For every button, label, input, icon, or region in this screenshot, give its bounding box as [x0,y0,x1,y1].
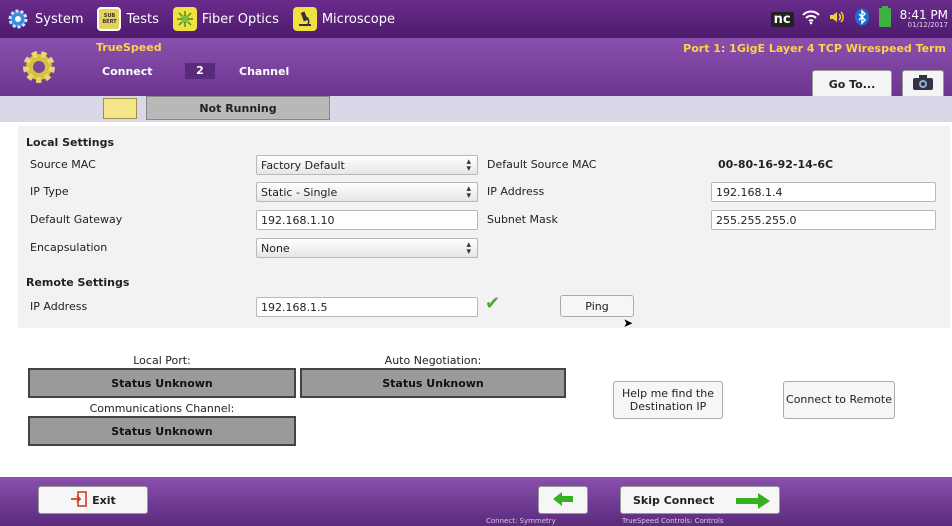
tab-tests-label: Tests [126,11,159,27]
gear-icon [6,7,30,31]
clock-date: 01/12/2017 [907,20,948,29]
connect-to-remote-button[interactable]: Connect to Remote [783,381,895,419]
microscope-icon [292,7,317,31]
nc-label: nc [773,11,791,27]
check-icon: ✔ [485,293,501,314]
camera-icon [912,74,934,94]
mouse-cursor-icon: ➤ [623,316,634,330]
comm-channel-label: Communications Channel: [89,402,235,415]
run-status-strip: Not Running [0,96,952,122]
nav-step-number: 2 [185,63,215,79]
source-mac-label: Source MAC [30,158,96,171]
exit-icon [70,490,88,510]
test-gear-icon[interactable] [20,48,58,86]
skip-connect-label: Skip Connect [633,493,715,507]
wifi-icon [801,9,820,29]
exit-label: Exit [92,493,116,507]
sub-bert-icon: SUB BERT [97,7,122,31]
default-mac-value: 00-80-16-92-14-6C [718,158,834,171]
tab-fiber-optics-label: Fiber Optics [201,11,279,27]
subnet-mask-field[interactable]: 255.255.255.0 [711,210,936,230]
system-tray: nc 8:41 PM 01/12/2017 [763,2,948,36]
ip-type-select[interactable]: Static - Single ▴ ▾ [256,182,478,202]
tab-microscope-label: Microscope [321,11,395,27]
select-arrows-icon: ▴ ▾ [466,184,471,201]
nav-connect[interactable]: Connect [102,65,153,78]
port-title: Port 1: 1GigE Layer 4 TCP Wirespeed Term [683,42,946,55]
encapsulation-value: None [261,241,290,255]
fiber-icon [172,7,197,31]
goto-button[interactable]: Go To... [812,70,892,98]
auto-negotiation-status: Status Unknown [300,368,566,398]
remote-ip-field[interactable]: 192.168.1.5 [256,297,478,317]
select-arrows-icon: ▴ ▾ [466,157,471,174]
subnet-mask-label: Subnet Mask [487,213,558,226]
ip-address-field[interactable]: 192.168.1.4 [711,182,936,202]
default-mac-label: Default Source MAC [487,158,597,171]
default-gateway-label: Default Gateway [30,213,123,226]
top-status-bar: System SUB BERT Tests Fiber Optics Micro… [0,0,952,38]
local-port-label: Local Port: [133,354,191,367]
back-button[interactable] [538,486,588,514]
sub-bert-icon-text: SUB BERT [102,13,117,25]
back-caption: Connect: Symmetry [486,517,556,525]
ip-address-label: IP Address [487,185,545,198]
tab-system-label: System [35,11,84,27]
encapsulation-label: Encapsulation [30,241,108,254]
skip-connect-button[interactable]: Skip Connect [620,486,780,514]
run-indicator [103,98,137,119]
source-mac-select[interactable]: Factory Default ▴ ▾ [256,155,478,175]
test-header: TrueSpeed Connect 2 Channel Port 1: 1Gig… [0,38,952,98]
right-arrow-icon [735,492,771,513]
tab-microscope[interactable]: Microscope [287,0,403,38]
remote-ip-label: IP Address [30,300,88,313]
camera-button[interactable] [902,70,944,98]
comm-channel-status: Status Unknown [28,416,296,446]
bluetooth-icon [854,8,870,30]
ip-type-label: IP Type [30,185,69,198]
ip-type-value: Static - Single [261,185,338,199]
nav-channel[interactable]: Channel [239,65,289,78]
tab-fiber-optics[interactable]: Fiber Optics [167,0,287,38]
auto-negotiation-label: Auto Negotiation: [384,354,482,367]
local-settings-title: Local Settings [26,136,115,149]
nc-icon: nc [770,11,794,27]
skip-caption: TrueSpeed Controls: Controls [622,517,724,525]
clock-time: 8:41 PM [899,7,948,22]
tab-tests[interactable]: SUB BERT Tests [91,0,166,38]
select-arrows-icon: ▴ ▾ [466,240,471,257]
bottom-bar: Exit Skip Connect Connect: Symmetry True… [0,477,952,526]
encapsulation-select[interactable]: None ▴ ▾ [256,238,478,258]
local-port-status: Status Unknown [28,368,296,398]
ping-button[interactable]: Ping [560,295,634,317]
battery-icon [878,6,892,32]
help-find-destination-button[interactable]: Help me find the Destination IP [613,381,723,419]
tab-system[interactable]: System [0,0,91,38]
default-gateway-field[interactable]: 192.168.1.10 [256,210,478,230]
source-mac-value: Factory Default [261,158,345,172]
left-arrow-icon [552,491,574,510]
remote-settings-title: Remote Settings [26,276,130,289]
clock: 8:41 PM 01/12/2017 [899,7,948,30]
run-status-label: Not Running [146,96,330,120]
app-title: TrueSpeed [96,41,162,54]
exit-button[interactable]: Exit [38,486,148,514]
volume-icon [828,9,846,29]
